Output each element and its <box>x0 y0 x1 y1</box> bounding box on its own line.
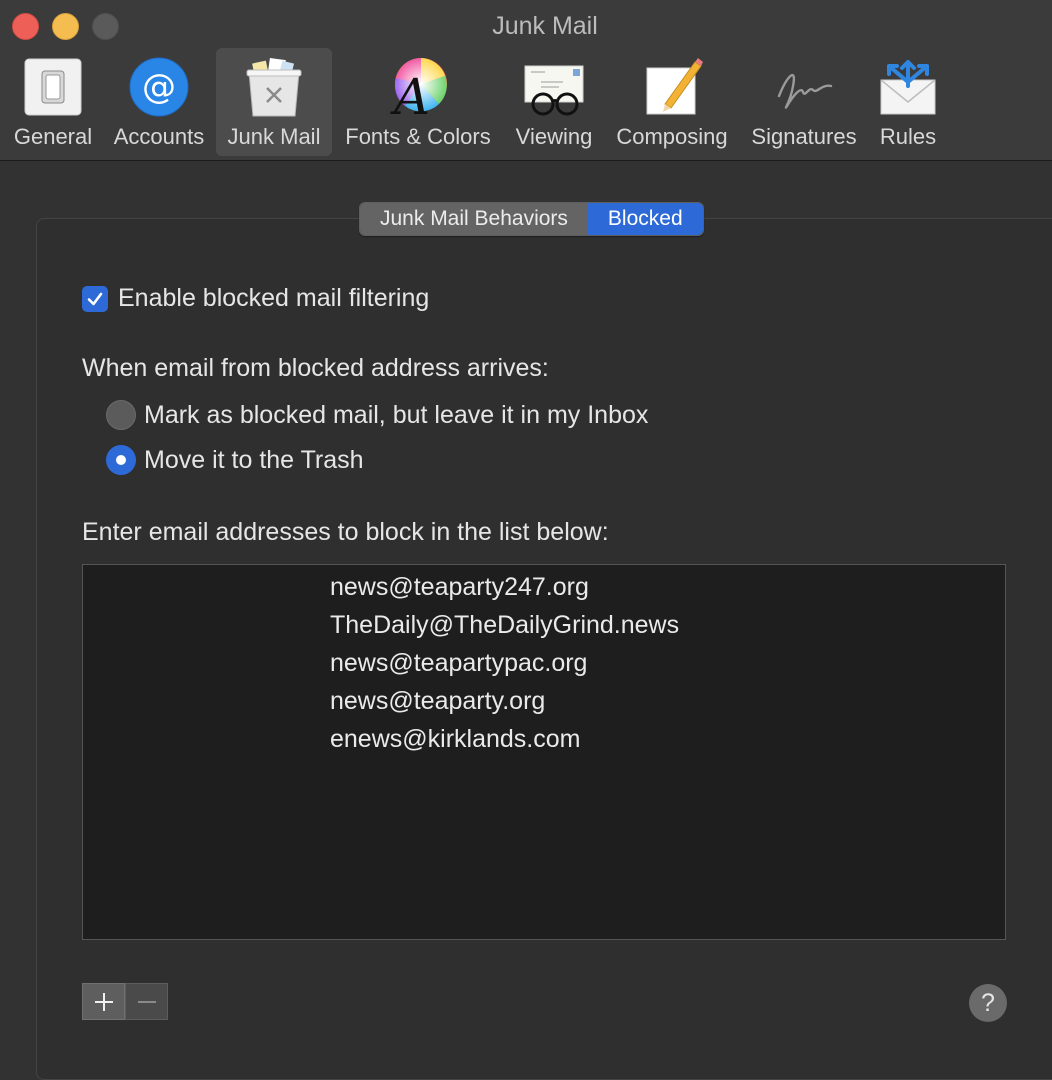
list-item[interactable]: TheDaily@TheDailyGrind.news <box>330 611 679 640</box>
radio-move-to-trash[interactable] <box>106 445 136 475</box>
toolbar-item-accounts[interactable]: @ Accounts <box>108 48 210 156</box>
radio-mark-as-blocked[interactable] <box>106 400 136 430</box>
signature-icon <box>777 73 833 109</box>
viewing-glasses-icon <box>524 65 584 116</box>
toolbar-label: Fonts & Colors <box>345 124 491 149</box>
enable-blocked-filtering-label[interactable]: Enable blocked mail filtering <box>118 284 429 313</box>
junk-mail-bin-icon <box>246 57 302 117</box>
list-item[interactable]: news@teaparty.org <box>330 687 545 716</box>
minus-icon <box>137 1000 156 1003</box>
composing-pencil-icon <box>646 58 703 115</box>
toolbar-item-fonts-colors[interactable]: A Fonts & Colors <box>338 48 498 156</box>
plus-icon <box>94 992 113 1011</box>
toolbar-label: Viewing <box>515 124 593 149</box>
window-toolbar: Junk Mail General @ Accounts Junk Mail A… <box>0 0 1052 161</box>
tab-blocked[interactable]: Blocked <box>587 203 703 235</box>
blocked-action-heading: When email from blocked address arrives: <box>82 354 549 382</box>
enable-blocked-filtering-checkbox[interactable] <box>82 285 108 312</box>
toolbar-item-rules[interactable]: Rules <box>872 48 944 156</box>
toolbar-label: General <box>13 124 93 149</box>
toolbar-label: Rules <box>879 124 937 149</box>
toolbar-label: Accounts <box>113 124 205 149</box>
blocked-list-heading: Enter email addresses to block in the li… <box>82 518 609 546</box>
fonts-colors-icon: A <box>390 58 447 118</box>
toolbar-label: Junk Mail <box>227 124 321 149</box>
toolbar-item-signatures[interactable]: Signatures <box>742 48 866 156</box>
radio-mark-as-blocked-row: Mark as blocked mail, but leave it in my… <box>106 400 648 430</box>
toolbar-item-junk-mail[interactable]: Junk Mail <box>216 48 332 156</box>
remove-address-button[interactable] <box>125 983 168 1020</box>
checkmark-icon <box>87 292 103 305</box>
toolbar-item-composing[interactable]: Composing <box>610 48 734 156</box>
tab-junk-mail-behaviors[interactable]: Junk Mail Behaviors <box>360 203 588 235</box>
tab-control: Junk Mail Behaviors Blocked <box>359 202 704 236</box>
rules-envelope-icon <box>880 60 936 115</box>
list-item[interactable]: news@teaparty247.org <box>330 573 589 602</box>
general-switch-icon <box>24 58 82 116</box>
at-sign-icon: @ <box>129 57 189 117</box>
blocked-addresses-list[interactable]: news@teaparty247.org TheDaily@TheDailyGr… <box>82 564 1006 940</box>
list-item[interactable]: enews@kirklands.com <box>330 725 580 754</box>
list-edit-buttons <box>82 983 168 1020</box>
radio-mark-as-blocked-label[interactable]: Mark as blocked mail, but leave it in my… <box>144 401 648 430</box>
list-item[interactable]: news@teapartypac.org <box>330 649 587 678</box>
toolbar-label: Signatures <box>751 124 857 149</box>
help-button[interactable]: ? <box>969 984 1007 1022</box>
svg-text:A: A <box>390 68 430 118</box>
radio-move-to-trash-row: Move it to the Trash <box>106 445 364 475</box>
window-title: Junk Mail <box>492 12 598 40</box>
add-address-button[interactable] <box>82 983 125 1020</box>
toolbar-item-viewing[interactable]: Viewing <box>506 48 602 156</box>
svg-text:@: @ <box>142 67 176 107</box>
toolbar-item-general[interactable]: General <box>6 48 100 156</box>
toolbar-label: Composing <box>616 124 728 149</box>
enable-blocked-filtering-row: Enable blocked mail filtering <box>82 284 429 313</box>
radio-move-to-trash-label[interactable]: Move it to the Trash <box>144 446 364 475</box>
